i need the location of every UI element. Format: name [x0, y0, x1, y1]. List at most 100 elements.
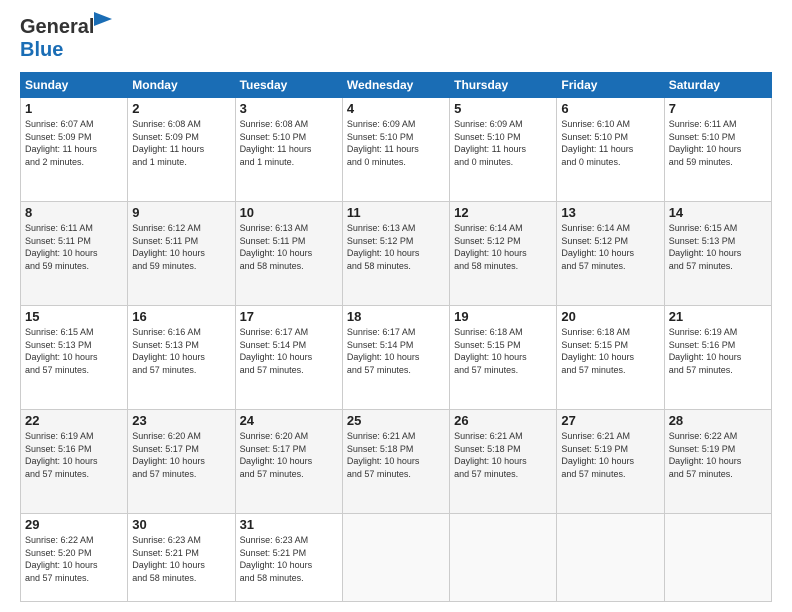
- weekday-tuesday: Tuesday: [235, 73, 342, 98]
- day-info: Sunrise: 6:10 AMSunset: 5:10 PMDaylight:…: [561, 118, 659, 168]
- day-info: Sunrise: 6:17 AMSunset: 5:14 PMDaylight:…: [240, 326, 338, 376]
- calendar-cell: 23 Sunrise: 6:20 AMSunset: 5:17 PMDayligh…: [128, 410, 235, 514]
- weekday-monday: Monday: [128, 73, 235, 98]
- weekday-saturday: Saturday: [664, 73, 771, 98]
- calendar-cell: 19 Sunrise: 6:18 AMSunset: 5:15 PMDayligh…: [450, 306, 557, 410]
- day-info: Sunrise: 6:15 AMSunset: 5:13 PMDaylight:…: [669, 222, 767, 272]
- day-info: Sunrise: 6:13 AMSunset: 5:12 PMDaylight:…: [347, 222, 445, 272]
- week-row-3: 15 Sunrise: 6:15 AMSunset: 5:13 PMDayligh…: [21, 306, 772, 410]
- calendar-cell: 15 Sunrise: 6:15 AMSunset: 5:13 PMDayligh…: [21, 306, 128, 410]
- calendar-cell: 16 Sunrise: 6:16 AMSunset: 5:13 PMDayligh…: [128, 306, 235, 410]
- day-info: Sunrise: 6:09 AMSunset: 5:10 PMDaylight:…: [347, 118, 445, 168]
- day-info: Sunrise: 6:11 AMSunset: 5:10 PMDaylight:…: [669, 118, 767, 168]
- day-info: Sunrise: 6:22 AMSunset: 5:20 PMDaylight:…: [25, 534, 123, 584]
- week-row-2: 8Sunrise: 6:11 AMSunset: 5:11 PMDaylight…: [21, 202, 772, 306]
- day-number: 21: [669, 309, 767, 324]
- day-info: Sunrise: 6:22 AMSunset: 5:19 PMDaylight:…: [669, 430, 767, 480]
- day-info: Sunrise: 6:12 AMSunset: 5:11 PMDaylight:…: [132, 222, 230, 272]
- day-info: Sunrise: 6:23 AMSunset: 5:21 PMDaylight:…: [240, 534, 338, 584]
- day-info: Sunrise: 6:17 AMSunset: 5:14 PMDaylight:…: [347, 326, 445, 376]
- day-number: 24: [240, 413, 338, 428]
- day-number: 6: [561, 101, 659, 116]
- day-info: Sunrise: 6:13 AMSunset: 5:11 PMDaylight:…: [240, 222, 338, 272]
- week-row-5: 29 Sunrise: 6:22 AMSunset: 5:20 PMDayligh…: [21, 514, 772, 602]
- day-number: 27: [561, 413, 659, 428]
- weekday-thursday: Thursday: [450, 73, 557, 98]
- calendar-cell: 6 Sunrise: 6:10 AMSunset: 5:10 PMDaylight…: [557, 98, 664, 202]
- day-number: 30: [132, 517, 230, 532]
- weekday-friday: Friday: [557, 73, 664, 98]
- day-number: 13: [561, 205, 659, 220]
- day-number: 16: [132, 309, 230, 324]
- calendar-cell: 11 Sunrise: 6:13 AMSunset: 5:12 PMDayligh…: [342, 202, 449, 306]
- day-info: Sunrise: 6:11 AMSunset: 5:11 PMDaylight:…: [25, 222, 123, 272]
- calendar-cell: 28 Sunrise: 6:22 AMSunset: 5:19 PMDayligh…: [664, 410, 771, 514]
- calendar-cell: 26Sunrise: 6:21 AMSunset: 5:18 PMDayligh…: [450, 410, 557, 514]
- day-number: 2: [132, 101, 230, 116]
- day-info: Sunrise: 6:21 AMSunset: 5:19 PMDaylight:…: [561, 430, 659, 480]
- calendar-cell: 22 Sunrise: 6:19 AMSunset: 5:16 PMDayligh…: [21, 410, 128, 514]
- day-info: Sunrise: 6:16 AMSunset: 5:13 PMDaylight:…: [132, 326, 230, 376]
- day-number: 11: [347, 205, 445, 220]
- day-number: 15: [25, 309, 123, 324]
- day-number: 4: [347, 101, 445, 116]
- calendar-cell: [342, 514, 449, 602]
- calendar-cell: 25Sunrise: 6:21 AMSunset: 5:18 PMDayligh…: [342, 410, 449, 514]
- day-number: 29: [25, 517, 123, 532]
- calendar-cell: 24Sunrise: 6:20 AMSunset: 5:17 PMDayligh…: [235, 410, 342, 514]
- day-number: 10: [240, 205, 338, 220]
- calendar-cell: 3Sunrise: 6:08 AMSunset: 5:10 PMDaylight…: [235, 98, 342, 202]
- week-row-4: 22 Sunrise: 6:19 AMSunset: 5:16 PMDayligh…: [21, 410, 772, 514]
- weekday-header-row: SundayMondayTuesdayWednesdayThursdayFrid…: [21, 73, 772, 98]
- calendar-cell: [664, 514, 771, 602]
- calendar-cell: 2 Sunrise: 6:08 AMSunset: 5:09 PMDaylight…: [128, 98, 235, 202]
- week-row-1: 1Sunrise: 6:07 AMSunset: 5:09 PMDaylight…: [21, 98, 772, 202]
- calendar-cell: 21 Sunrise: 6:19 AMSunset: 5:16 PMDayligh…: [664, 306, 771, 410]
- day-info: Sunrise: 6:14 AMSunset: 5:12 PMDaylight:…: [454, 222, 552, 272]
- calendar-cell: 8Sunrise: 6:11 AMSunset: 5:11 PMDaylight…: [21, 202, 128, 306]
- day-number: 18: [347, 309, 445, 324]
- day-number: 22: [25, 413, 123, 428]
- day-info: Sunrise: 6:08 AMSunset: 5:10 PMDaylight:…: [240, 118, 338, 168]
- header: General Blue: [20, 16, 772, 62]
- calendar-cell: 27 Sunrise: 6:21 AMSunset: 5:19 PMDayligh…: [557, 410, 664, 514]
- day-number: 28: [669, 413, 767, 428]
- day-number: 14: [669, 205, 767, 220]
- weekday-sunday: Sunday: [21, 73, 128, 98]
- day-number: 19: [454, 309, 552, 324]
- day-info: Sunrise: 6:23 AMSunset: 5:21 PMDaylight:…: [132, 534, 230, 584]
- day-info: Sunrise: 6:20 AMSunset: 5:17 PMDaylight:…: [132, 430, 230, 480]
- day-info: Sunrise: 6:08 AMSunset: 5:09 PMDaylight:…: [132, 118, 230, 168]
- day-info: Sunrise: 6:18 AMSunset: 5:15 PMDaylight:…: [454, 326, 552, 376]
- page: General Blue SundayMondayTuesdayWednesda…: [0, 0, 792, 612]
- day-number: 9: [132, 205, 230, 220]
- day-number: 31: [240, 517, 338, 532]
- day-info: Sunrise: 6:21 AMSunset: 5:18 PMDaylight:…: [454, 430, 552, 480]
- calendar-cell: 30 Sunrise: 6:23 AMSunset: 5:21 PMDayligh…: [128, 514, 235, 602]
- calendar-cell: 4 Sunrise: 6:09 AMSunset: 5:10 PMDaylight…: [342, 98, 449, 202]
- day-number: 23: [132, 413, 230, 428]
- calendar-cell: 13Sunrise: 6:14 AMSunset: 5:12 PMDayligh…: [557, 202, 664, 306]
- calendar-cell: 31 Sunrise: 6:23 AMSunset: 5:21 PMDayligh…: [235, 514, 342, 602]
- calendar-cell: 7 Sunrise: 6:11 AMSunset: 5:10 PMDaylight…: [664, 98, 771, 202]
- calendar-cell: 10 Sunrise: 6:13 AMSunset: 5:11 PMDayligh…: [235, 202, 342, 306]
- calendar-cell: 29 Sunrise: 6:22 AMSunset: 5:20 PMDayligh…: [21, 514, 128, 602]
- calendar-cell: 20 Sunrise: 6:18 AMSunset: 5:15 PMDayligh…: [557, 306, 664, 410]
- calendar-cell: 9 Sunrise: 6:12 AMSunset: 5:11 PMDaylight…: [128, 202, 235, 306]
- day-number: 20: [561, 309, 659, 324]
- day-info: Sunrise: 6:15 AMSunset: 5:13 PMDaylight:…: [25, 326, 123, 376]
- calendar-cell: 17Sunrise: 6:17 AMSunset: 5:14 PMDayligh…: [235, 306, 342, 410]
- day-number: 12: [454, 205, 552, 220]
- day-info: Sunrise: 6:19 AMSunset: 5:16 PMDaylight:…: [669, 326, 767, 376]
- day-number: 7: [669, 101, 767, 116]
- weekday-wednesday: Wednesday: [342, 73, 449, 98]
- day-info: Sunrise: 6:18 AMSunset: 5:15 PMDaylight:…: [561, 326, 659, 376]
- calendar-table: SundayMondayTuesdayWednesdayThursdayFrid…: [20, 72, 772, 602]
- day-info: Sunrise: 6:09 AMSunset: 5:10 PMDaylight:…: [454, 118, 552, 168]
- logo: General Blue: [20, 16, 94, 62]
- day-info: Sunrise: 6:19 AMSunset: 5:16 PMDaylight:…: [25, 430, 123, 480]
- day-info: Sunrise: 6:21 AMSunset: 5:18 PMDaylight:…: [347, 430, 445, 480]
- calendar-cell: [450, 514, 557, 602]
- calendar-cell: 18 Sunrise: 6:17 AMSunset: 5:14 PMDayligh…: [342, 306, 449, 410]
- day-info: Sunrise: 6:07 AMSunset: 5:09 PMDaylight:…: [25, 118, 123, 168]
